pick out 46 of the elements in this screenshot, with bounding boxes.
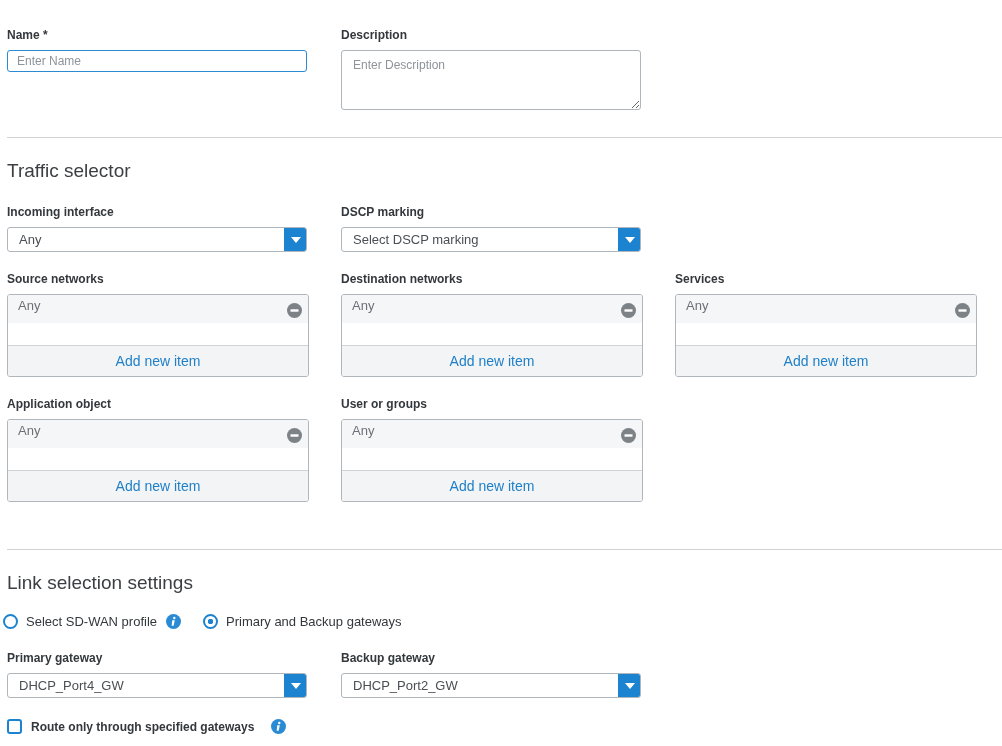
dropdown[interactable]: Any bbox=[7, 227, 307, 252]
list-item[interactable]: Any bbox=[686, 298, 709, 313]
remove-icon[interactable] bbox=[955, 303, 970, 318]
section-heading: Traffic selector bbox=[7, 160, 132, 182]
caret-icon bbox=[624, 682, 635, 689]
field-label: Backup gateway bbox=[341, 651, 436, 666]
description-input[interactable]: Enter Description bbox=[341, 50, 641, 110]
field-label: Destination networks bbox=[341, 272, 463, 287]
radio-button[interactable] bbox=[203, 614, 218, 629]
field-label: Services bbox=[675, 272, 725, 287]
dropdown[interactable]: DHCP_Port2_GW bbox=[341, 673, 641, 698]
radio-label[interactable]: Primary and Backup gateways bbox=[226, 614, 402, 629]
field-label: Primary gateway bbox=[7, 651, 103, 666]
field-label: Description bbox=[341, 28, 407, 43]
checkbox[interactable] bbox=[7, 719, 22, 734]
add-item-button[interactable]: Add new item bbox=[8, 346, 308, 376]
field-label: User or groups bbox=[341, 397, 427, 412]
add-item-button[interactable]: Add new item bbox=[342, 346, 642, 376]
list-item[interactable]: Any bbox=[352, 298, 375, 313]
add-item-button[interactable]: Add new item bbox=[342, 471, 642, 501]
remove-icon[interactable] bbox=[621, 303, 636, 318]
field-label: Name * bbox=[7, 28, 48, 43]
radio-label[interactable]: Select SD-WAN profile bbox=[26, 614, 157, 629]
field-label: Source networks bbox=[7, 272, 104, 287]
info-icon[interactable] bbox=[166, 614, 181, 629]
remove-icon[interactable] bbox=[621, 428, 636, 443]
list-item[interactable]: Any bbox=[352, 423, 375, 438]
field-label: DSCP marking bbox=[341, 205, 425, 220]
info-icon[interactable] bbox=[271, 719, 287, 734]
caret-icon bbox=[624, 236, 635, 243]
list-item[interactable]: Any bbox=[18, 423, 41, 438]
list-item[interactable]: Any bbox=[18, 298, 41, 313]
section-heading: Link selection settings bbox=[7, 572, 194, 594]
name-input[interactable]: Enter Name bbox=[7, 50, 307, 72]
dropdown[interactable]: Select DSCP marking bbox=[341, 227, 641, 252]
add-item-button[interactable]: Add new item bbox=[8, 471, 308, 501]
add-item-button[interactable]: Add new item bbox=[676, 346, 976, 376]
caret-icon bbox=[290, 682, 301, 689]
dropdown[interactable]: DHCP_Port4_GW bbox=[7, 673, 307, 698]
radio-button[interactable] bbox=[3, 614, 18, 629]
remove-icon[interactable] bbox=[287, 303, 302, 318]
field-label: Incoming interface bbox=[7, 205, 114, 220]
field-label: Application object bbox=[7, 397, 111, 412]
checkbox-label[interactable]: Route only through specified gateways bbox=[31, 719, 255, 734]
caret-icon bbox=[290, 236, 301, 243]
remove-icon[interactable] bbox=[287, 428, 302, 443]
